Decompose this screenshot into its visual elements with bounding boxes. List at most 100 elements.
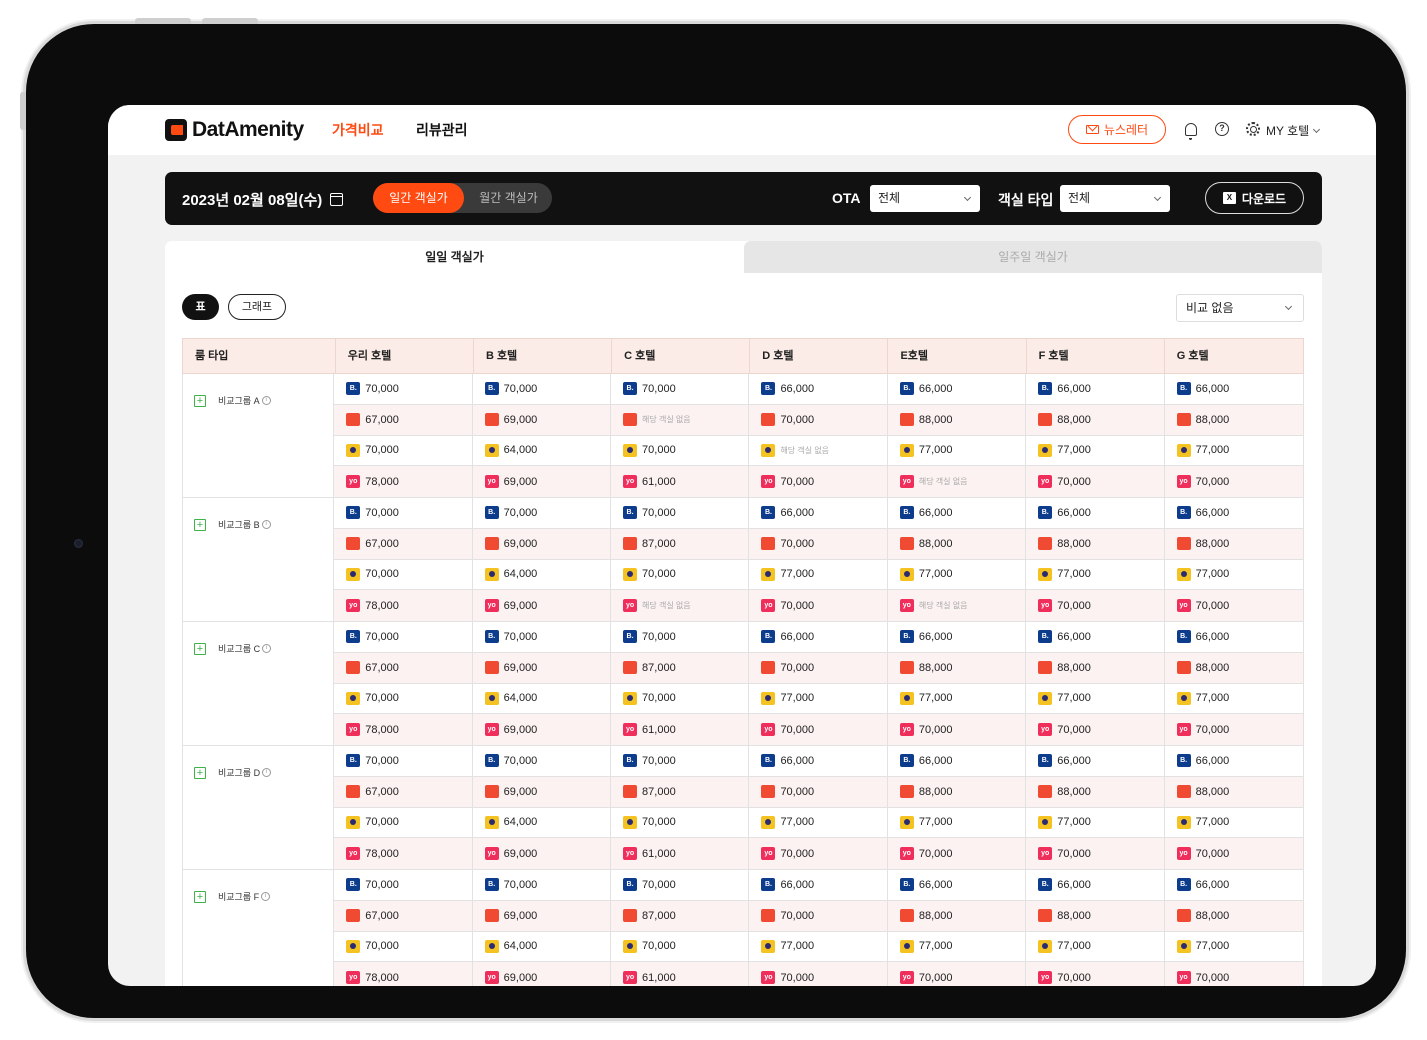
expedia-icon — [761, 815, 776, 829]
yanolja-icon: yo — [761, 847, 776, 861]
expand-plus-icon[interactable]: + — [194, 394, 206, 407]
room-group-label[interactable]: + 비교그룹 Ai — [194, 394, 271, 407]
room-type-select[interactable]: 전체 — [1060, 185, 1170, 212]
price-cell: 67,000 — [334, 528, 473, 559]
expedia-icon — [346, 443, 361, 457]
table-row: B. 70,000 B. 70,000 B. 70,000 B. 66,000 B. 66,000… — [334, 746, 1303, 777]
price-cell: 70,000 — [749, 900, 888, 931]
yanolja-icon: yo — [899, 599, 914, 613]
room-group-label[interactable]: + 비교그룹 Di — [194, 766, 272, 779]
room-group-label[interactable]: + 비교그룹 Fi — [194, 890, 271, 903]
price-cell: B. 70,000 — [334, 746, 473, 776]
user-menu[interactable]: MY 호텔 — [1266, 122, 1321, 139]
price-cell: 77,000 — [749, 931, 888, 962]
booking-icon: B. — [1176, 506, 1191, 520]
nav-review-manage[interactable]: 리뷰관리 — [416, 120, 468, 140]
price-cell: 70,000 — [334, 435, 473, 466]
price-card: 일일 객실가 일주일 객실가 표 그래프 비교 없음 룸 타입 우리 호텔 B … — [165, 241, 1322, 986]
price-cell: 64,000 — [473, 931, 612, 962]
price-cell: yo 70,000 — [1026, 590, 1165, 621]
price-value: 77,000 — [918, 568, 953, 581]
booking-icon: B. — [346, 506, 361, 520]
tab-weekly[interactable]: 일주일 객실가 — [744, 241, 1322, 273]
expedia-icon — [761, 939, 776, 953]
booking-icon: B. — [623, 878, 638, 892]
yanolja-icon: yo — [484, 475, 499, 489]
yanolja-icon: yo — [484, 847, 499, 861]
room-group: + 비교그룹 Bi B. 70,000 B. 70,000 B. 70,000 B. 66,000… — [182, 498, 1304, 622]
booking-icon: B. — [346, 382, 361, 396]
logo[interactable]: DatAmenity — [165, 118, 304, 142]
expand-plus-icon[interactable]: + — [194, 890, 206, 903]
info-icon[interactable]: i — [261, 520, 271, 529]
expand-plus-icon[interactable]: + — [194, 642, 206, 655]
room-group-label[interactable]: + 비교그룹 Ci — [194, 642, 272, 655]
expedia-icon — [484, 691, 499, 705]
agoda-icon — [484, 785, 499, 799]
expand-plus-icon[interactable]: + — [194, 766, 206, 779]
price-cell: B. 70,000 — [334, 622, 473, 652]
newsletter-label: 뉴스레터 — [1103, 123, 1149, 137]
price-value: 70,000 — [642, 754, 676, 767]
yanolja-icon: yo — [1176, 847, 1191, 861]
agoda-icon — [623, 785, 638, 799]
price-value: 70,000 — [1195, 599, 1230, 612]
gear-icon[interactable] — [1246, 122, 1260, 136]
info-icon[interactable]: i — [261, 892, 271, 901]
price-value: 88,000 — [918, 537, 953, 550]
expedia-icon — [899, 567, 914, 581]
price-cell: B. 66,000 — [1026, 746, 1165, 776]
price-cell: yo 70,000 — [1026, 838, 1165, 869]
compare-select[interactable]: 비교 없음 — [1176, 294, 1304, 322]
price-cell: yo 69,000 — [473, 590, 612, 621]
agoda-icon — [761, 537, 776, 551]
ota-select[interactable]: 전체 — [870, 185, 980, 212]
expedia-icon — [1038, 567, 1053, 581]
view-table-button[interactable]: 표 — [182, 294, 219, 320]
tab-daily[interactable]: 일일 객실가 — [165, 241, 744, 273]
nav-price-compare[interactable]: 가격비교 — [332, 120, 384, 140]
info-icon[interactable]: i — [262, 768, 272, 777]
price-cell: B. 66,000 — [888, 622, 1027, 652]
yanolja-icon: yo — [899, 847, 914, 861]
help-icon[interactable]: ? — [1215, 122, 1229, 136]
date-picker[interactable]: 2023년 02월 08일(수) — [182, 189, 344, 210]
price-cell: yo 61,000 — [611, 962, 750, 986]
app-screen: DatAmenity 가격비교 리뷰관리 뉴스레터 ? MY 호텔 2023년 … — [108, 105, 1376, 986]
info-icon[interactable]: i — [262, 644, 272, 653]
column-header: 우리 호텔 — [336, 339, 474, 373]
price-cell: 64,000 — [473, 807, 612, 838]
room-group-label[interactable]: + 비교그룹 Bi — [194, 518, 271, 531]
download-button[interactable]: X 다운로드 — [1205, 182, 1304, 214]
price-cell: 69,000 — [473, 900, 612, 931]
price-value: 88,000 — [1057, 537, 1091, 550]
yanolja-icon: yo — [1176, 599, 1191, 613]
expand-plus-icon[interactable]: + — [194, 518, 206, 531]
price-cell: B. 66,000 — [749, 622, 888, 652]
toggle-monthly[interactable]: 월간 객실가 — [465, 183, 552, 213]
bell-icon[interactable] — [1185, 123, 1197, 140]
booking-icon: B. — [1176, 630, 1191, 644]
expedia-icon — [1038, 443, 1053, 457]
view-graph-button[interactable]: 그래프 — [228, 294, 286, 320]
expedia-icon — [484, 443, 499, 457]
price-cell: 67,000 — [334, 900, 473, 931]
price-value: 66,000 — [918, 382, 953, 395]
device-button — [135, 18, 191, 24]
top-navigation-bar: DatAmenity 가격비교 리뷰관리 뉴스레터 ? MY 호텔 — [108, 105, 1376, 155]
price-value: 87,000 — [642, 909, 676, 922]
agoda-icon — [761, 909, 776, 923]
price-value: 77,000 — [1195, 444, 1230, 457]
price-value: 70,000 — [642, 692, 676, 705]
toggle-daily[interactable]: 일간 객실가 — [373, 183, 464, 213]
table-header: 룸 타입 우리 호텔 B 호텔 C 호텔 D 호텔 E호텔 F 호텔 G 호텔 — [182, 338, 1304, 374]
newsletter-button[interactable]: 뉴스레터 — [1068, 115, 1166, 144]
price-value: 66,000 — [1195, 506, 1230, 519]
booking-icon: B. — [1176, 754, 1191, 768]
price-cell: B. 70,000 — [334, 374, 473, 404]
booking-icon: B. — [761, 754, 776, 768]
price-value: 69,000 — [503, 909, 538, 922]
info-icon[interactable]: i — [261, 396, 271, 405]
price-cell: B. 70,000 — [334, 870, 473, 900]
table-row: yo 78,000 yo 69,000 yo 61,000 yo 70,000 yo 70,000… — [334, 962, 1303, 986]
